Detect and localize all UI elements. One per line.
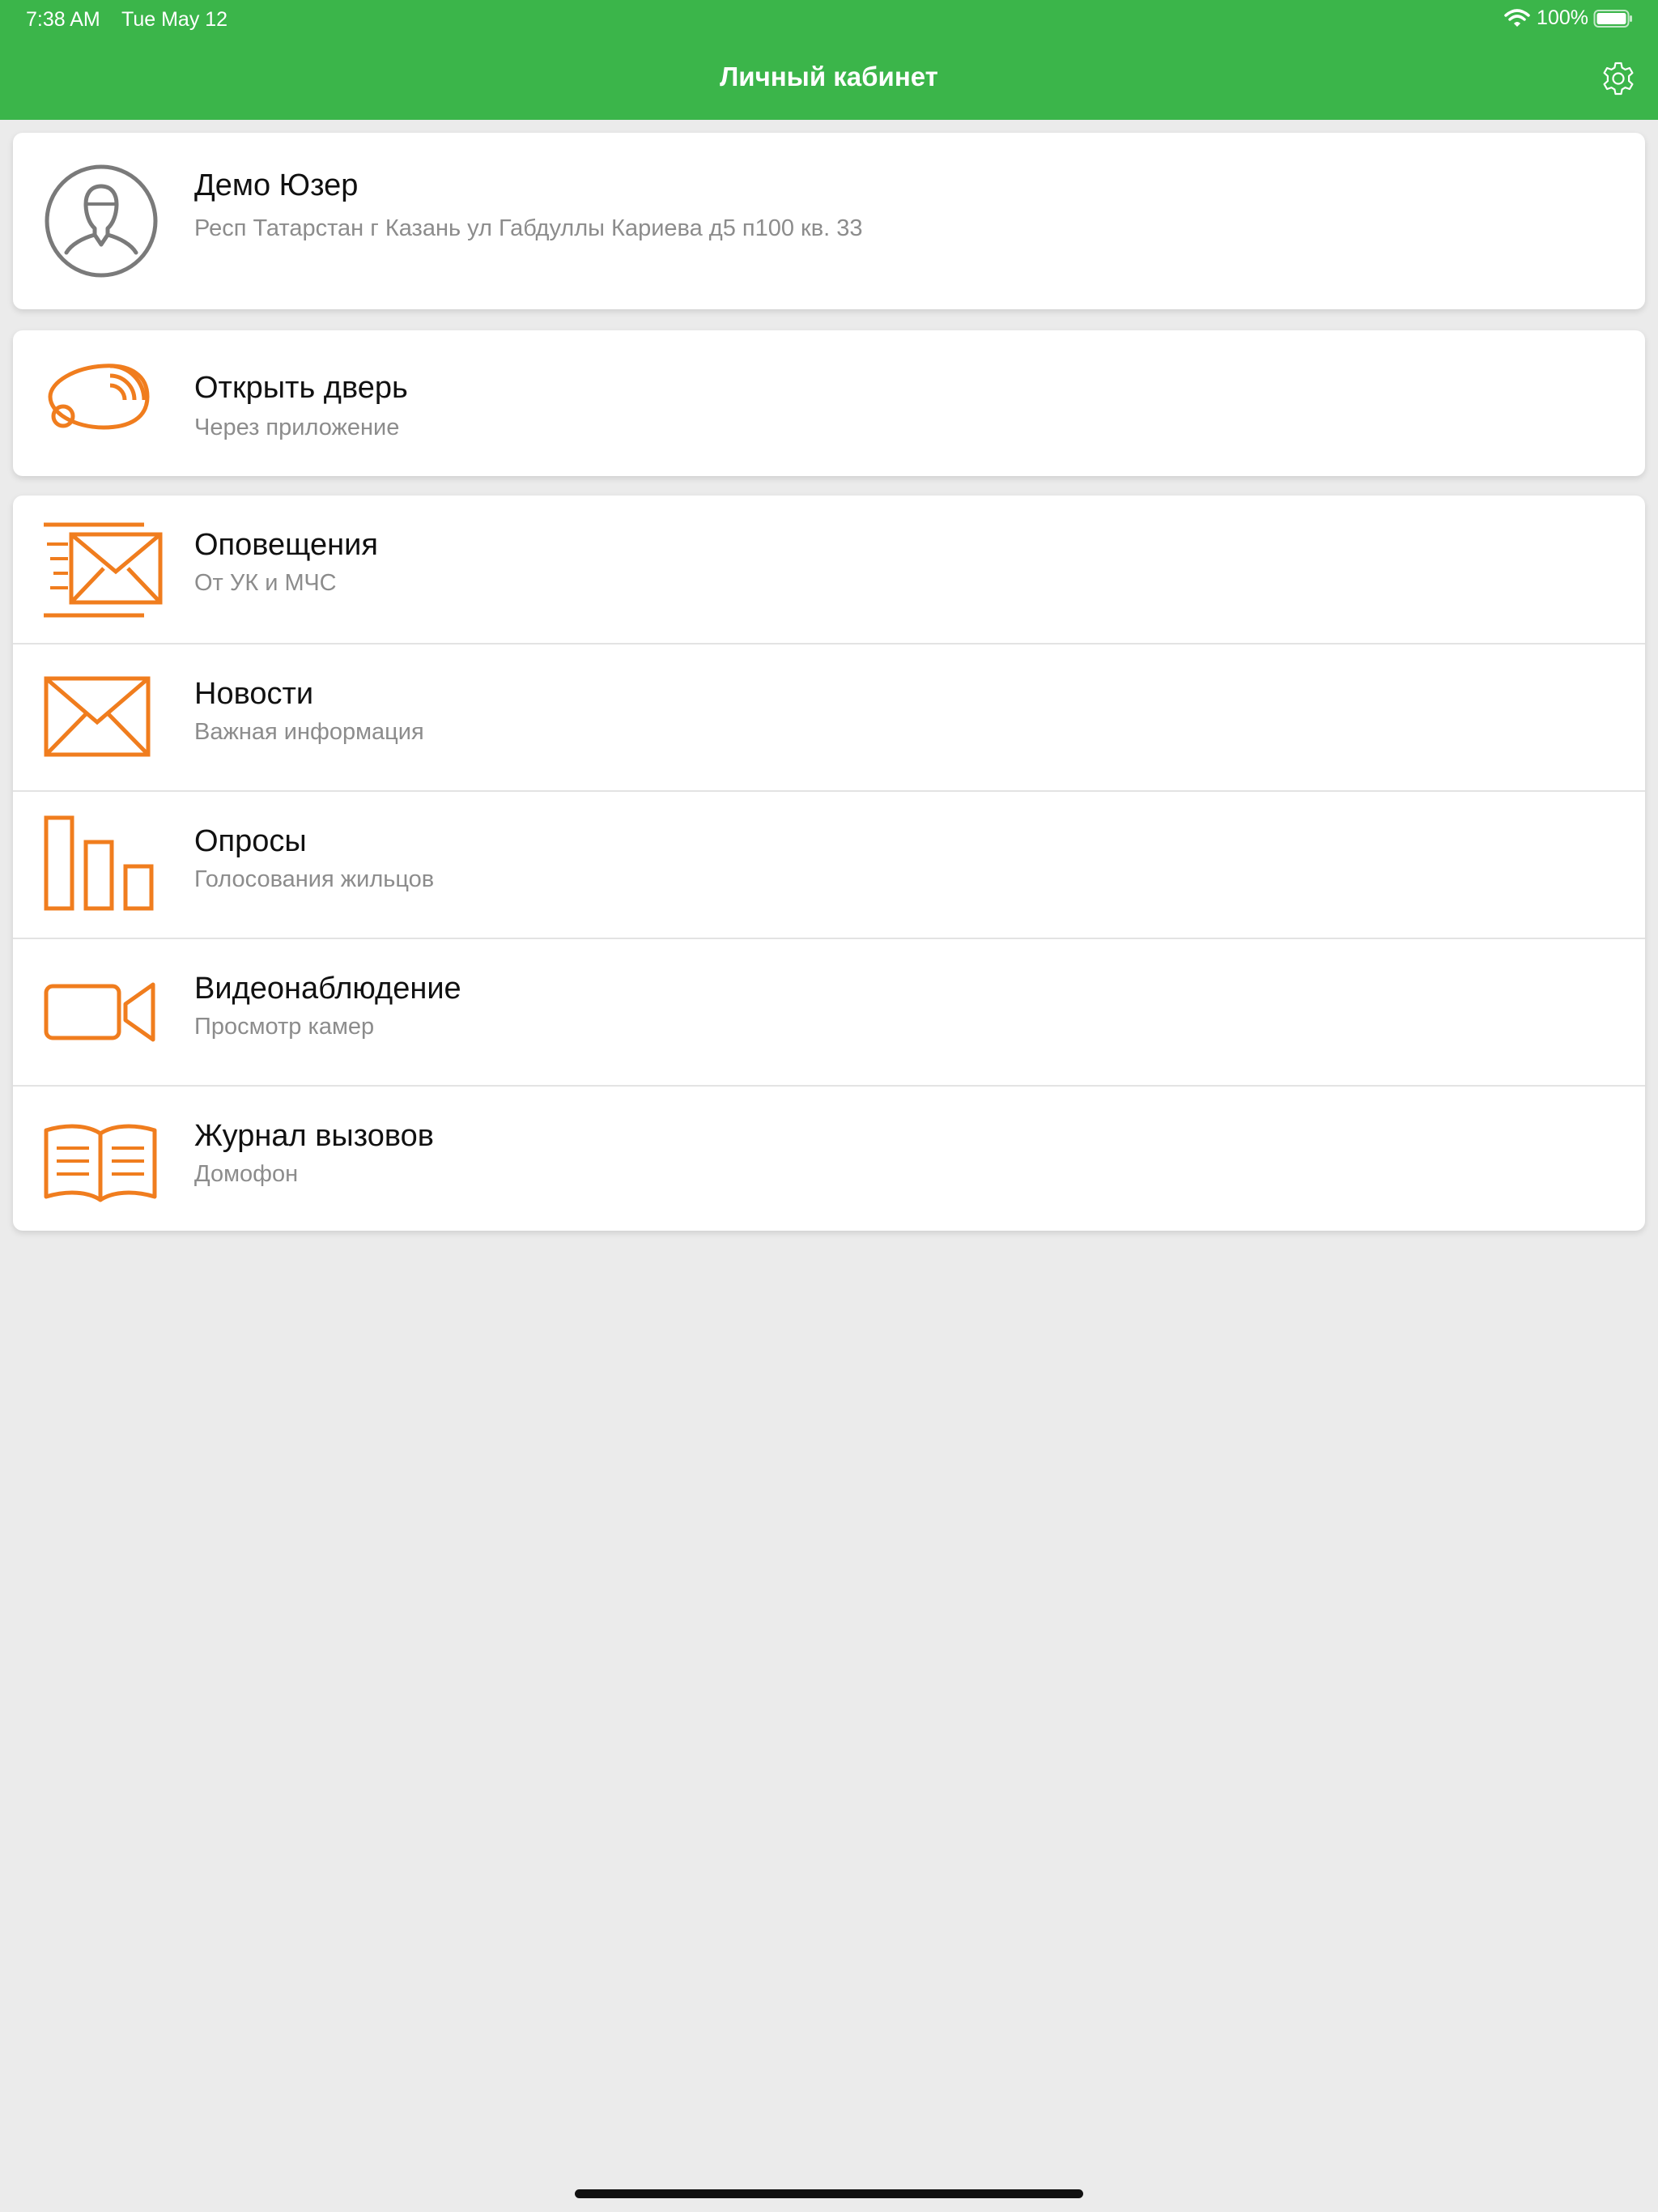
gear-icon[interactable]: [1600, 60, 1637, 97]
menu-item-subtitle: Голосования жильцов: [194, 866, 435, 892]
battery-icon: [1593, 9, 1632, 28]
menu-item-title: Новости: [194, 677, 314, 711]
menu-item-subtitle: От УК и МЧС: [194, 570, 337, 596]
menu-item-subtitle: Просмотр камер: [194, 1014, 375, 1040]
user-avatar-icon: [45, 164, 158, 278]
profile-name: Демо Юзер: [194, 168, 359, 202]
bar-chart-icon: [44, 815, 154, 911]
menu-item-alerts[interactable]: Оповещения От УК и МЧС: [13, 496, 1645, 643]
menu-item-polls[interactable]: Опросы Голосования жильцов: [13, 790, 1645, 938]
menu-item-title: Опросы: [194, 824, 307, 858]
status-indicators: 100%: [1504, 6, 1634, 30]
alert-envelope-icon: [44, 522, 163, 618]
app-header: 7:38 AM Tue May 12 100% Личный кабинет: [0, 0, 1658, 120]
menu-item-title: Оповещения: [194, 528, 378, 562]
door-subtitle: Через приложение: [194, 415, 400, 440]
key-fob-icon: [48, 364, 150, 430]
book-icon: [44, 1124, 157, 1202]
menu-item-title: Видеонаблюдение: [194, 972, 461, 1006]
battery-percent: 100%: [1537, 6, 1588, 29]
menu-item-call-log[interactable]: Журнал вызовов Домофон: [13, 1085, 1645, 1232]
profile-card[interactable]: Демо Юзер Респ Татарстан г Казань ул Габ…: [13, 133, 1645, 309]
menu-card: Оповещения От УК и МЧС Новости Важная ин…: [13, 496, 1645, 1231]
envelope-icon: [44, 676, 151, 757]
open-door-row[interactable]: Открыть дверь Через приложение: [13, 330, 1645, 476]
status-time: 7:38 AM: [26, 8, 100, 31]
menu-item-video[interactable]: Видеонаблюдение Просмотр камер: [13, 938, 1645, 1085]
open-door-card[interactable]: Открыть дверь Через приложение: [13, 330, 1645, 476]
menu-item-title: Журнал вызовов: [194, 1119, 434, 1153]
menu-item-subtitle: Домофон: [194, 1161, 299, 1187]
menu-item-news[interactable]: Новости Важная информация: [13, 643, 1645, 790]
menu-item-subtitle: Важная информация: [194, 719, 424, 745]
home-indicator[interactable]: [575, 2189, 1083, 2198]
wifi-icon: [1504, 8, 1530, 27]
video-camera-icon: [44, 982, 155, 1042]
door-title: Открыть дверь: [194, 371, 408, 405]
status-date: Tue May 12: [121, 8, 228, 31]
profile-address: Респ Татарстан г Казань ул Габдуллы Кари…: [194, 215, 863, 241]
page-title: Личный кабинет: [720, 62, 938, 91]
